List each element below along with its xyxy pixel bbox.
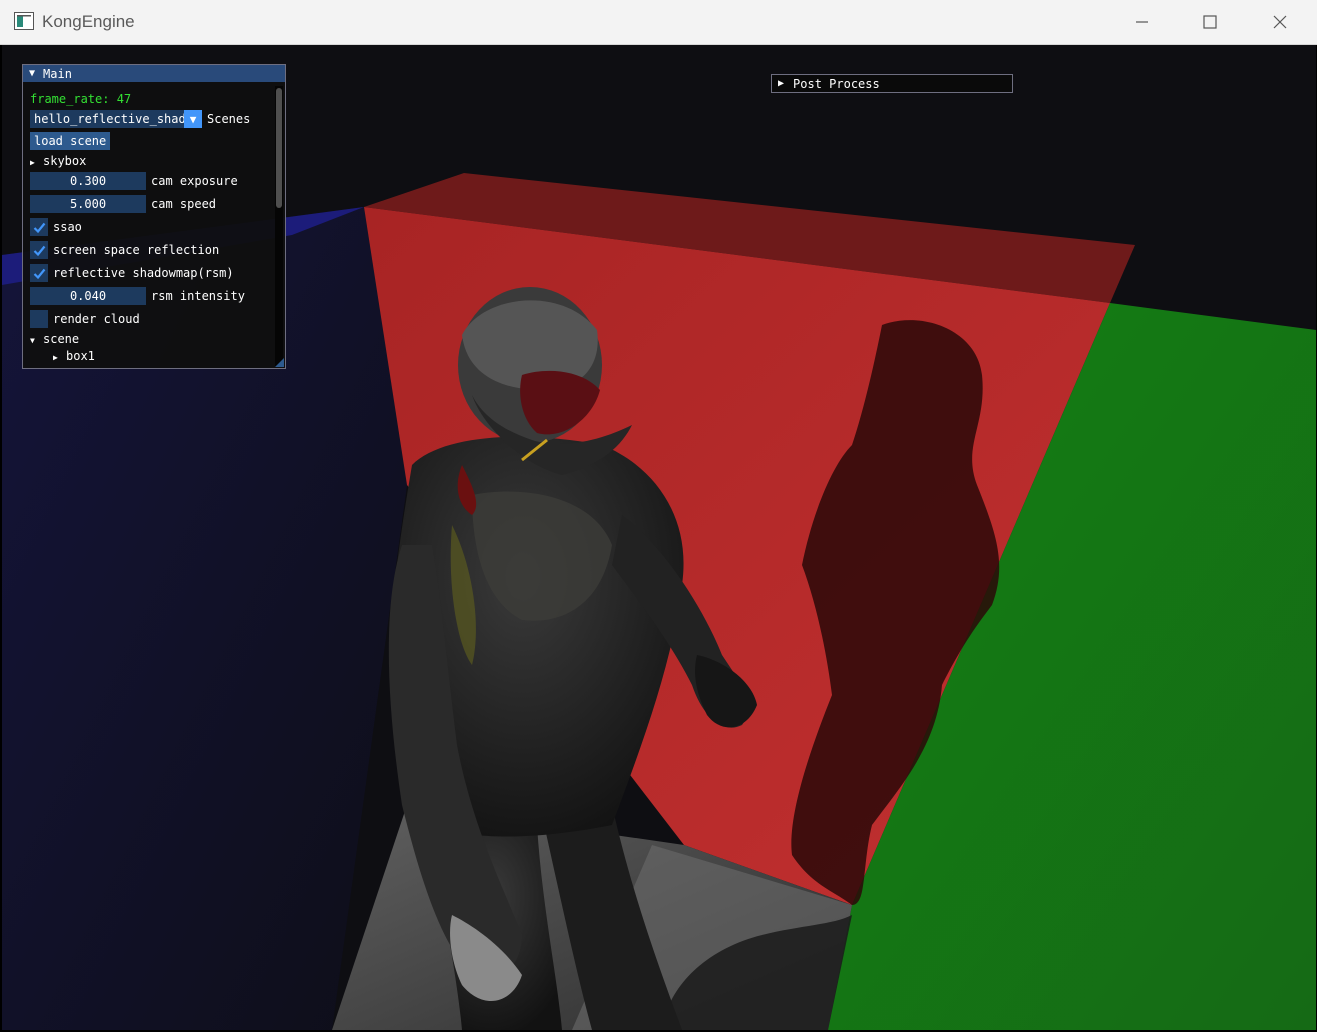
cam-exposure-label: cam exposure: [151, 174, 238, 188]
maximize-button[interactable]: [1175, 0, 1245, 44]
close-button[interactable]: [1245, 0, 1315, 44]
checkmark-icon: [33, 222, 45, 233]
scenes-label: Scenes: [207, 112, 251, 126]
window-title: KongEngine: [42, 12, 135, 31]
ssr-checkbox[interactable]: [30, 241, 48, 259]
tree-expanded-icon: ▼: [30, 336, 35, 345]
load-scene-button[interactable]: load scene: [30, 132, 111, 150]
minimize-icon: [1136, 21, 1148, 23]
scrollbar-thumb[interactable]: [276, 88, 282, 208]
frame-rate-text: frame_rate: 47: [30, 92, 132, 106]
frame-rate-row: frame_rate: 47: [30, 89, 131, 109]
main-panel-scrollbar[interactable]: [275, 86, 283, 367]
load-scene-row: load scene: [30, 131, 111, 151]
rsm-intensity-drag[interactable]: 0.040: [30, 287, 146, 305]
dropdown-arrow-icon[interactable]: ▼: [184, 110, 202, 128]
cam-exposure-drag[interactable]: 0.300: [30, 172, 146, 190]
rsm-label: reflective shadowmap(rsm): [53, 266, 234, 280]
render-cloud-label: render cloud: [53, 312, 140, 326]
scenes-combo-value[interactable]: hello_reflective_shadowmap: [30, 110, 184, 128]
checkmark-icon: [33, 268, 45, 279]
ssr-label: screen space reflection: [53, 243, 220, 257]
post-process-panel[interactable]: ▶ Post Process: [771, 74, 1013, 93]
ssao-row: ssao: [30, 217, 82, 237]
title-bar: KongEngine: [0, 0, 1317, 45]
render-cloud-checkbox[interactable]: [30, 310, 48, 328]
maximize-icon: [1203, 15, 1217, 29]
ssr-row: screen space reflection: [30, 240, 219, 260]
cam-exposure-row: 0.300 cam exposure: [30, 171, 238, 191]
post-process-title: Post Process: [793, 76, 880, 91]
main-panel-titlebar[interactable]: ▼ Main: [23, 65, 285, 82]
render-cloud-row: render cloud: [30, 309, 140, 329]
main-panel[interactable]: ▼ Main frame_rate: 47 hello_reflective_s…: [22, 64, 286, 369]
rsm-checkbox[interactable]: [30, 264, 48, 282]
rsm-row: reflective shadowmap(rsm): [30, 263, 234, 283]
app-icon: [14, 12, 34, 30]
skybox-tree-node[interactable]: ▶ skybox: [30, 151, 86, 171]
cam-speed-label: cam speed: [151, 197, 217, 211]
scenes-combo[interactable]: hello_reflective_shadowmap ▼: [30, 110, 202, 128]
rsm-intensity-label: rsm intensity: [151, 289, 245, 303]
expand-arrow-icon[interactable]: ▶: [778, 78, 784, 89]
main-panel-content: frame_rate: 47 hello_reflective_shadowma…: [23, 83, 273, 368]
box1-label: box1: [66, 349, 95, 363]
box1-tree-node[interactable]: ▶ box1: [53, 346, 95, 366]
skybox-label: skybox: [43, 154, 87, 168]
scene-tree-label: scene: [43, 332, 80, 346]
cam-speed-row: 5.000 cam speed: [30, 194, 216, 214]
ssao-label: ssao: [53, 220, 82, 234]
minimize-button[interactable]: [1107, 0, 1177, 44]
cam-speed-drag[interactable]: 5.000: [30, 195, 146, 213]
checkmark-icon: [33, 245, 45, 256]
ssao-checkbox[interactable]: [30, 218, 48, 236]
tree-collapsed-icon: ▶: [30, 158, 35, 167]
close-icon: [1273, 15, 1287, 29]
scenes-combo-row: hello_reflective_shadowmap ▼ Scenes: [30, 109, 250, 129]
main-panel-title: Main: [43, 66, 72, 81]
resize-grip-icon[interactable]: [275, 358, 284, 367]
collapse-arrow-icon[interactable]: ▼: [29, 68, 35, 79]
tree-collapsed-icon: ▶: [53, 353, 58, 362]
rsm-intensity-row: 0.040 rsm intensity: [30, 286, 245, 306]
